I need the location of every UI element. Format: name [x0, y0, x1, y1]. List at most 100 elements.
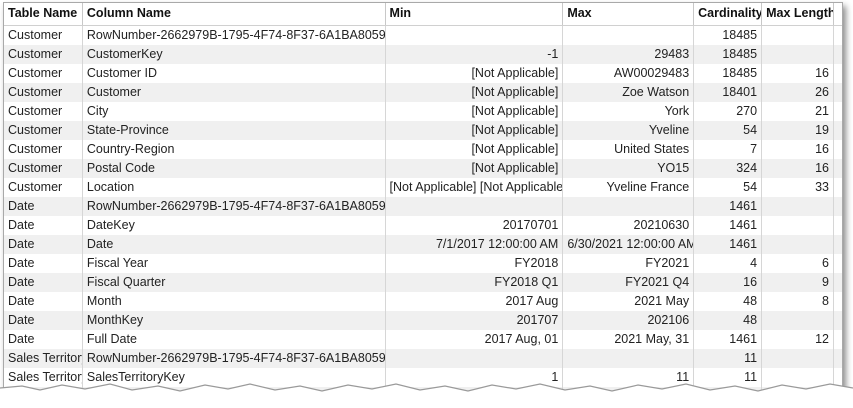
table-row[interactable]: Date Fiscal Year FY2018 FY2021 4 6 — [4, 254, 842, 273]
cell-table-name: Date — [4, 216, 83, 235]
cell-cardinality: 18485 — [694, 45, 763, 64]
cell-min: 20170701 — [386, 216, 564, 235]
torn-edge — [0, 383, 853, 408]
cell-column-name: Date — [83, 235, 386, 254]
cell-column-name: State-Province — [83, 121, 386, 140]
cell-column-name: Customer — [83, 83, 386, 102]
table-row[interactable]: Date RowNumber-2662979B-1795-4F74-8F37-6A… — [4, 197, 842, 216]
cell-cardinality: 1461 — [694, 330, 763, 349]
cell-column-name: Location — [83, 178, 386, 197]
cell-cardinality: 48 — [694, 311, 763, 330]
cell-cardinality: 18485 — [694, 26, 763, 45]
table-row[interactable]: Sales Territory RowNumber-2662979B-1795-4… — [4, 349, 842, 368]
cell-max — [563, 197, 695, 216]
cell-max: FY2021 — [563, 254, 695, 273]
cell-cardinality: 16 — [694, 273, 763, 292]
cell-cardinality: 54 — [694, 121, 763, 140]
cell-column-name: Customer ID — [83, 64, 386, 83]
cell-table-name: Customer — [4, 83, 83, 102]
table-row[interactable]: Date Fiscal Quarter FY2018 Q1 FY2021 Q4 16 9 — [4, 273, 842, 292]
cell-cardinality: 18485 — [694, 64, 763, 83]
cell-max-length — [762, 197, 834, 216]
cell-max-length: 21 — [762, 102, 834, 121]
cell-max-length — [762, 26, 834, 45]
table-row[interactable]: Date Full Date 2017 Aug, 01 2021 May, 31 146… — [4, 330, 842, 349]
cell-min: [Not Applicable] [Not Applicable] — [386, 178, 564, 197]
cell-max — [563, 349, 695, 368]
header-cardinality[interactable]: Cardinality — [694, 3, 763, 25]
cell-cardinality: 1461 — [694, 216, 763, 235]
header-max[interactable]: Max — [563, 3, 695, 25]
cell-spacer — [834, 26, 842, 45]
cell-min: -1 — [386, 45, 564, 64]
cell-spacer — [834, 349, 842, 368]
table-row[interactable]: Customer City [Not Applicable] York 270 21 — [4, 102, 842, 121]
data-grid: Table Name Column Name Min Max Cardinali… — [3, 2, 843, 398]
cell-column-name: RowNumber-2662979B-1795-4F74-8F37-6A1BA8… — [83, 26, 386, 45]
table-row[interactable]: Date DateKey 20170701 20210630 1461 — [4, 216, 842, 235]
header-min[interactable]: Min — [386, 3, 564, 25]
cell-cardinality: 1461 — [694, 235, 763, 254]
cell-min — [386, 197, 564, 216]
cell-cardinality: 11 — [694, 349, 763, 368]
cell-table-name: Customer — [4, 159, 83, 178]
cell-table-name: Date — [4, 292, 83, 311]
table-row[interactable]: Customer Location [Not Applicable] [Not Ap… — [4, 178, 842, 197]
cell-table-name: Customer — [4, 26, 83, 45]
cell-max-length — [762, 45, 834, 64]
grid-header: Table Name Column Name Min Max Cardinali… — [4, 3, 842, 26]
cell-table-name: Sales Territory — [4, 349, 83, 368]
table-row[interactable]: Customer CustomerKey -1 29483 18485 — [4, 45, 842, 64]
cell-cardinality: 4 — [694, 254, 763, 273]
cell-max: Yveline — [563, 121, 695, 140]
cell-table-name: Date — [4, 197, 83, 216]
cell-max-length: 16 — [762, 64, 834, 83]
cell-min: [Not Applicable] — [386, 64, 564, 83]
cell-max-length: 16 — [762, 140, 834, 159]
cell-spacer — [834, 159, 842, 178]
cell-min: FY2018 — [386, 254, 564, 273]
cell-spacer — [834, 64, 842, 83]
cell-table-name: Date — [4, 254, 83, 273]
cell-max: 29483 — [563, 45, 695, 64]
cell-column-name: Postal Code — [83, 159, 386, 178]
cell-max-length: 6 — [762, 254, 834, 273]
header-spacer — [834, 3, 842, 25]
header-max-length[interactable]: Max Length — [762, 3, 834, 25]
cell-min: [Not Applicable] — [386, 159, 564, 178]
cell-table-name: Customer — [4, 64, 83, 83]
cell-max-length: 16 — [762, 159, 834, 178]
table-row[interactable]: Customer Customer ID [Not Applicable] AW000… — [4, 64, 842, 83]
cell-min: [Not Applicable] — [386, 102, 564, 121]
cell-column-name: CustomerKey — [83, 45, 386, 64]
table-row[interactable]: Date MonthKey 201707 202106 48 — [4, 311, 842, 330]
table-row[interactable]: Customer State-Province [Not Applicable] Yv… — [4, 121, 842, 140]
cell-column-name: Month — [83, 292, 386, 311]
cell-cardinality: 54 — [694, 178, 763, 197]
cell-max-length — [762, 216, 834, 235]
cell-max-length — [762, 311, 834, 330]
cell-spacer — [834, 254, 842, 273]
table-row[interactable]: Date Date 7/1/2017 12:00:00 AM 6/30/2021 12… — [4, 235, 842, 254]
cell-max — [563, 26, 695, 45]
table-row[interactable]: Customer Postal Code [Not Applicable] YO15 3… — [4, 159, 842, 178]
header-column-name[interactable]: Column Name — [83, 3, 386, 25]
cell-max: AW00029483 — [563, 64, 695, 83]
cell-max-length: 19 — [762, 121, 834, 140]
cell-max-length: 33 — [762, 178, 834, 197]
cell-table-name: Date — [4, 273, 83, 292]
cell-min: 2017 Aug — [386, 292, 564, 311]
cell-cardinality: 1461 — [694, 197, 763, 216]
cell-min — [386, 26, 564, 45]
table-row[interactable]: Date Month 2017 Aug 2021 May 48 8 — [4, 292, 842, 311]
header-table-name[interactable]: Table Name — [4, 3, 83, 25]
cell-spacer — [834, 330, 842, 349]
table-row[interactable]: Customer Country-Region [Not Applicable] Un… — [4, 140, 842, 159]
table-row[interactable]: Customer Customer [Not Applicable] Zoe Wats… — [4, 83, 842, 102]
table-row[interactable]: Customer RowNumber-2662979B-1795-4F74-8F3… — [4, 26, 842, 45]
cell-cardinality: 18401 — [694, 83, 763, 102]
cell-min: 7/1/2017 12:00:00 AM — [386, 235, 564, 254]
cell-table-name: Date — [4, 235, 83, 254]
cell-spacer — [834, 235, 842, 254]
cell-column-name: Full Date — [83, 330, 386, 349]
